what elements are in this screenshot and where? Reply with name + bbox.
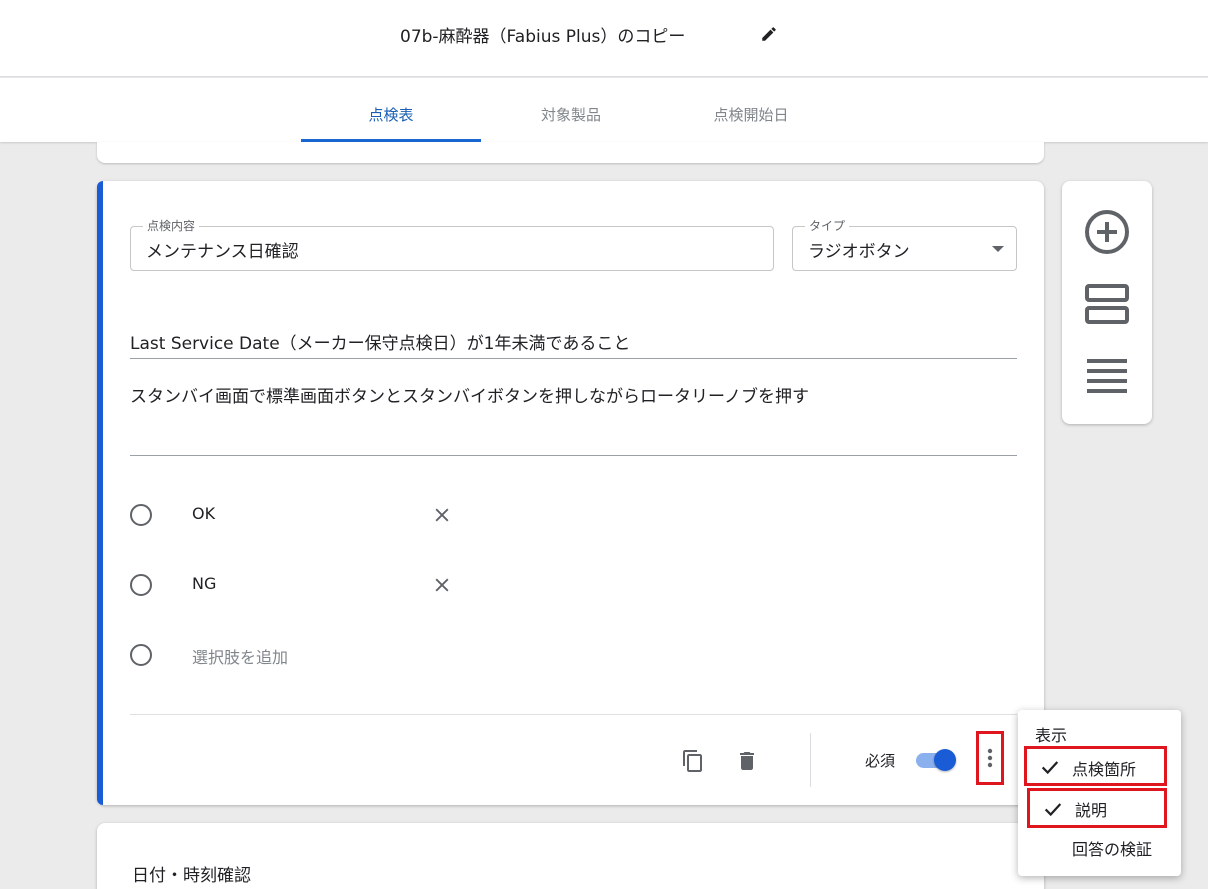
radio-icon [130,504,152,526]
add-question-button[interactable] [1082,207,1132,257]
close-icon [435,508,449,522]
remove-option-button[interactable] [428,501,456,529]
inspection-content-value: メンテナンス日確認 [146,242,299,262]
remove-option-button[interactable] [428,571,456,599]
trash-icon [740,752,754,770]
menu-heading: 表示 [1035,726,1068,745]
required-label: 必須 [865,752,896,770]
question-card: 点検内容 メンテナンス日確認 タイプ ラジオボタン Last Service D… [97,181,1044,805]
add-circle-icon [1085,210,1129,254]
footer-vertical-divider [810,733,811,787]
more-vert-icon [987,748,993,768]
delete-button[interactable] [733,747,761,775]
option-row: OK [130,501,530,531]
top-bar: 07b-麻酔器（Fabius Plus）のコピー [0,0,1208,77]
document-title: 07b-麻酔器（Fabius Plus）のコピー [400,27,686,47]
menu-item-label: 点検箇所 [1072,760,1137,779]
menu-item-answer-validation[interactable]: 回答の検証 [1018,832,1181,868]
next-question-title: 日付・時刻確認 [132,866,251,886]
option-row: NG [130,571,530,601]
side-toolbar [1062,181,1152,424]
active-card-accent [97,181,103,805]
type-value: ラジオボタン [808,242,910,262]
menu-item-label: 説明 [1075,801,1108,820]
add-section-button[interactable] [1082,279,1132,329]
edit-title-button[interactable] [756,21,782,47]
pencil-icon [762,27,776,41]
radio-icon [130,644,152,666]
option-label[interactable]: OK [192,504,215,523]
check-icon [1044,803,1062,817]
radio-icon [130,574,152,596]
next-question-card[interactable]: 日付・時刻確認 [97,823,1044,889]
location-underline [130,358,1017,359]
type-select[interactable]: タイプ ラジオボタン [792,218,1017,271]
tab-target-products[interactable]: 対象製品 [481,78,661,142]
card-footer-divider [130,714,1017,715]
toggle-knob [934,749,956,771]
option-label[interactable]: NG [192,574,216,593]
inspection-content-label: 点検内容 [143,218,200,234]
add-option-row: 選択肢を追加 [130,641,530,671]
description-input[interactable]: スタンバイ画面で標準画面ボタンとスタンバイボタンを押しながらロータリーノブを押す [130,382,809,407]
tab-inspection-sheet[interactable]: 点検表 [301,78,481,142]
dropdown-arrow-icon [992,246,1004,252]
menu-item-inspection-location[interactable]: 点検箇所 [1024,746,1167,786]
menu-item-label: 回答の検証 [1072,840,1153,859]
description-underline [130,455,1017,456]
lines-icon [1087,359,1127,393]
close-icon [435,578,449,592]
tab-start-date[interactable]: 点検開始日 [661,78,841,142]
menu-item-description[interactable]: 説明 [1027,788,1167,828]
add-option-button[interactable]: 選択肢を追加 [192,644,288,668]
copy-icon [683,750,702,772]
section-icon [1085,284,1129,324]
required-toggle[interactable] [914,748,958,774]
check-icon [1041,761,1059,775]
type-label: タイプ [805,218,850,234]
more-options-button[interactable] [976,731,1004,785]
add-title-button[interactable] [1082,351,1132,401]
previous-card [97,142,1044,163]
tab-bar: 点検表 対象製品 点検開始日 [0,78,1208,142]
duplicate-button[interactable] [679,747,707,775]
inspection-content-field[interactable]: 点検内容 メンテナンス日確認 [130,218,774,271]
inspection-location-input[interactable]: Last Service Date（メーカー保守点検日）が1年未満であること [130,329,630,354]
display-options-menu: 表示 点検箇所 説明 回答の検証 [1018,710,1181,876]
